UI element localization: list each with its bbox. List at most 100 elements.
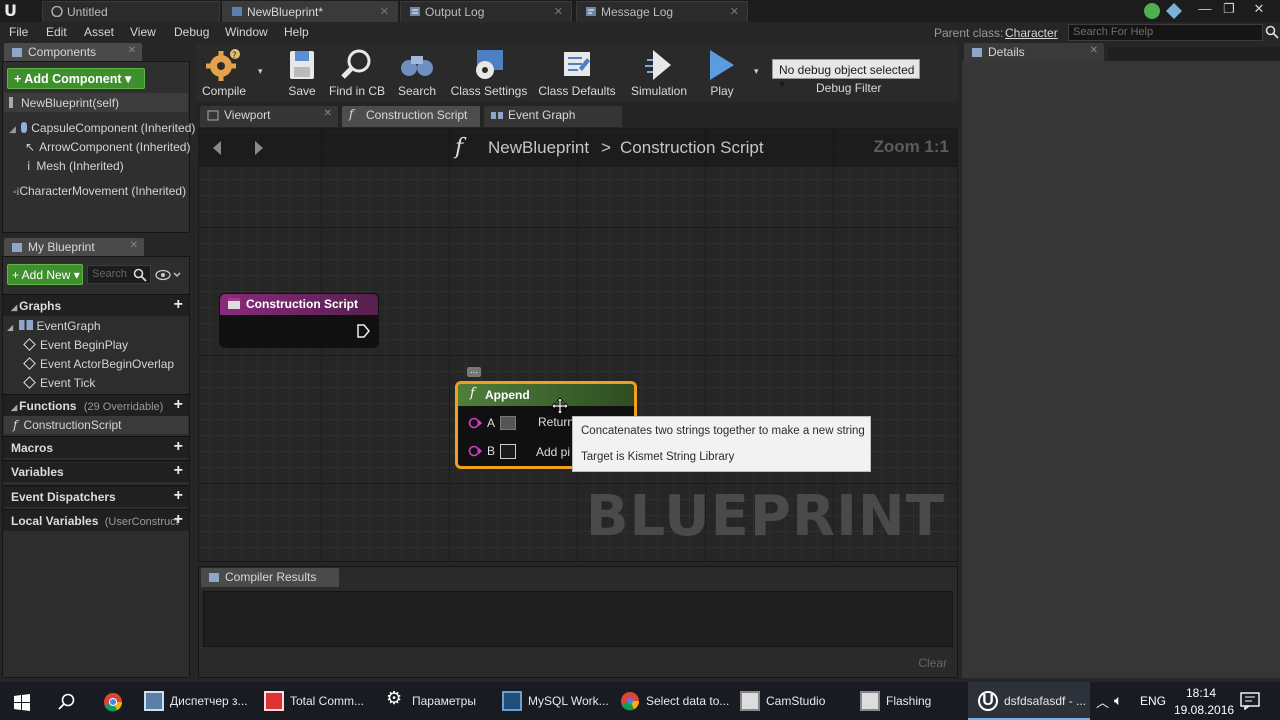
- windows-start-icon[interactable]: [13, 693, 31, 711]
- close-icon[interactable]: ✕: [1248, 0, 1270, 20]
- doc-tab-message-log[interactable]: Message Log ✕: [576, 1, 748, 22]
- add-variable-plus-icon[interactable]: +: [174, 462, 183, 480]
- pin-b-input-box[interactable]: [500, 444, 516, 459]
- breadcrumb-root[interactable]: NewBlueprint: [488, 138, 589, 158]
- debug-object-select[interactable]: No debug object selected ▾: [772, 59, 920, 91]
- minimize-icon[interactable]: —: [1194, 0, 1216, 20]
- chrome-icon[interactable]: [103, 692, 123, 712]
- close-icon[interactable]: ✕: [324, 108, 332, 119]
- component-capsule[interactable]: ◢ CapsuleComponent (Inherited): [9, 121, 195, 135]
- add-component-button[interactable]: + Add Component ▾: [7, 68, 145, 89]
- find-in-cb-button[interactable]: Find in CB: [328, 46, 386, 100]
- compile-button[interactable]: ? Compile: [198, 46, 250, 100]
- doc-tab-newblueprint[interactable]: NewBlueprint* ✕: [222, 1, 398, 22]
- taskbar-settings[interactable]: ⚙ Параметры: [386, 682, 486, 720]
- save-button[interactable]: Save: [280, 46, 324, 100]
- add-macro-plus-icon[interactable]: +: [174, 438, 183, 456]
- construction-script-node[interactable]: Construction Script: [219, 293, 379, 348]
- add-local-variable-plus-icon[interactable]: +: [174, 511, 183, 529]
- component-arrow[interactable]: ↖ ArrowComponent (Inherited): [25, 140, 190, 154]
- add-function-plus-icon[interactable]: +: [174, 396, 183, 414]
- comment-bubble-icon[interactable]: ...: [467, 366, 481, 377]
- taskbar-flashing[interactable]: Flashing: [860, 682, 950, 720]
- clock-date[interactable]: 19.08.2016: [1174, 703, 1234, 717]
- string-input-pin-icon[interactable]: [468, 417, 482, 429]
- menu-debug[interactable]: Debug: [174, 25, 209, 39]
- component-mesh[interactable]: ⅰ Mesh (Inherited): [27, 159, 124, 173]
- compile-options-chevron-icon[interactable]: ▾: [258, 66, 263, 77]
- class-settings-button[interactable]: Class Settings: [448, 46, 530, 100]
- event-tick[interactable]: Event Tick: [23, 376, 95, 390]
- close-icon[interactable]: ✕: [1090, 45, 1098, 56]
- close-icon[interactable]: ✕: [128, 45, 136, 56]
- eye-view-options-icon[interactable]: [155, 269, 181, 281]
- language-indicator[interactable]: ENG: [1140, 694, 1166, 708]
- components-tab[interactable]: Components ✕: [4, 43, 142, 61]
- parent-class-link[interactable]: Character: [1005, 26, 1058, 40]
- menu-help[interactable]: Help: [284, 25, 309, 39]
- add-dispatcher-plus-icon[interactable]: +: [174, 487, 183, 505]
- search-button[interactable]: Search: [394, 46, 440, 100]
- clock-time[interactable]: 18:14: [1186, 686, 1216, 700]
- add-pin-label[interactable]: Add pi: [536, 445, 570, 459]
- tab-construction-script[interactable]: f Construction Script: [342, 106, 480, 127]
- search-icon[interactable]: [133, 268, 147, 282]
- menu-file[interactable]: File: [9, 25, 28, 39]
- string-input-pin-icon[interactable]: [468, 445, 482, 457]
- compiler-results-tab[interactable]: Compiler Results: [201, 568, 339, 587]
- add-new-button[interactable]: + Add New ▾: [7, 264, 83, 285]
- section-graphs[interactable]: ◢ Graphs +: [3, 294, 189, 316]
- taskbar-unreal-editor[interactable]: U dsfdsafasdf - ...: [968, 682, 1090, 720]
- notification-icon: [1144, 3, 1160, 19]
- section-local-variables[interactable]: Local Variables (UserConstruct +: [3, 509, 189, 531]
- details-tab[interactable]: Details ✕: [964, 43, 1104, 61]
- class-defaults-button[interactable]: Class Defaults: [536, 46, 618, 100]
- taskbar-total-commander[interactable]: Total Comm...: [264, 682, 372, 720]
- exec-output-pin-icon[interactable]: [356, 324, 370, 338]
- taskbar-camstudio[interactable]: CamStudio: [740, 682, 844, 720]
- back-arrow-icon[interactable]: [209, 139, 227, 157]
- event-actor-begin-overlap[interactable]: Event ActorBeginOverlap: [23, 357, 174, 371]
- taskbar-mysql[interactable]: MySQL Work...: [502, 682, 609, 720]
- component-character-movement[interactable]: ◦ⅰCharacterMovement (Inherited): [13, 184, 186, 198]
- taskbar-task-manager[interactable]: Диспетчер з...: [144, 682, 250, 720]
- doc-tab-output-log[interactable]: Output Log ✕: [400, 1, 572, 22]
- menu-asset[interactable]: Asset: [84, 25, 114, 39]
- add-graph-plus-icon[interactable]: +: [174, 296, 183, 314]
- construction-script-function[interactable]: f ConstructionScript: [13, 418, 122, 432]
- tray-chevron-up-icon[interactable]: ︿: [1096, 692, 1109, 711]
- component-self[interactable]: NewBlueprint(self): [9, 96, 119, 110]
- menu-edit[interactable]: Edit: [46, 25, 67, 39]
- play-button[interactable]: Play: [698, 46, 746, 100]
- close-icon[interactable]: ✕: [554, 5, 563, 18]
- simulation-button[interactable]: Simulation: [628, 46, 690, 100]
- taskbar-chrome-window[interactable]: Select data to...: [620, 682, 730, 720]
- tab-viewport[interactable]: Viewport ✕: [200, 106, 338, 127]
- close-icon[interactable]: ✕: [130, 240, 138, 251]
- search-icon[interactable]: [58, 693, 76, 711]
- my-blueprint-tab[interactable]: My Blueprint ✕: [4, 238, 144, 256]
- volume-icon[interactable]: 🔈︎: [1114, 692, 1122, 709]
- search-icon[interactable]: [1265, 25, 1279, 39]
- pin-a-input-box[interactable]: [500, 416, 516, 430]
- close-icon[interactable]: ✕: [730, 5, 739, 18]
- function-icon: f: [13, 418, 18, 432]
- restore-icon[interactable]: ❐: [1218, 0, 1240, 20]
- clear-button[interactable]: Clear: [918, 656, 947, 670]
- tab-event-graph[interactable]: Event Graph: [484, 106, 622, 127]
- section-functions[interactable]: ◢ Functions (29 Overridable) +: [3, 394, 189, 416]
- blueprint-graph-canvas[interactable]: f NewBlueprint > Construction Script Zoo…: [198, 128, 958, 562]
- close-icon[interactable]: ✕: [380, 5, 389, 18]
- help-search-input[interactable]: Search For Help: [1068, 24, 1263, 41]
- doc-tab-untitled[interactable]: Untitled: [42, 1, 220, 22]
- event-graph-item[interactable]: ◢ EventGraph: [7, 319, 101, 333]
- menu-window[interactable]: Window: [225, 25, 268, 39]
- section-macros[interactable]: Macros +: [3, 436, 189, 458]
- menu-view[interactable]: View: [130, 25, 156, 39]
- section-event-dispatchers[interactable]: Event Dispatchers +: [3, 485, 189, 507]
- play-options-chevron-icon[interactable]: ▾: [754, 66, 759, 77]
- forward-arrow-icon[interactable]: [249, 139, 267, 157]
- section-variables[interactable]: Variables +: [3, 460, 189, 482]
- event-begin-play[interactable]: Event BeginPlay: [23, 338, 128, 352]
- action-center-icon[interactable]: [1240, 692, 1260, 710]
